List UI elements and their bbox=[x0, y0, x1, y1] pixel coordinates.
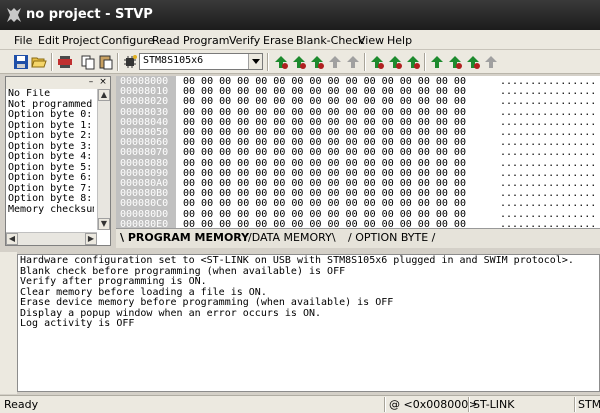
log-line: Log activity is OFF bbox=[20, 318, 135, 329]
chevron-down-icon[interactable] bbox=[248, 54, 262, 69]
chip-config-icon[interactable] bbox=[122, 54, 138, 70]
erase-all-icon[interactable] bbox=[387, 54, 403, 70]
list-item: Memory checksum bbox=[8, 203, 94, 215]
tab-option-byte[interactable]: / OPTION BYTE / bbox=[348, 231, 435, 244]
blank-check-icon[interactable] bbox=[405, 54, 421, 70]
close-icon[interactable]: × bbox=[98, 78, 108, 88]
status-link: ST-LINK bbox=[473, 398, 515, 411]
erase-icon[interactable] bbox=[369, 54, 385, 70]
status-ready: Ready bbox=[4, 398, 39, 411]
list-item: Option byte 6: bbox=[8, 172, 93, 183]
menu-view[interactable]: View bbox=[358, 34, 384, 47]
menu-help[interactable]: Help bbox=[387, 34, 412, 47]
log-output: Hardware configuration set to <ST-LINK o… bbox=[17, 254, 600, 392]
title-bar: no project - STVP bbox=[0, 0, 600, 30]
horizontal-scrollbar[interactable]: ◀ ▶ bbox=[6, 232, 97, 245]
menu-bar: File Edit Project Configure Read Program… bbox=[0, 30, 600, 50]
toolbar-separator bbox=[364, 53, 366, 71]
menu-project[interactable]: Project bbox=[62, 34, 100, 47]
status-bar: Ready @ <0x008000> ST-LINK STM bbox=[0, 395, 600, 413]
menu-erase[interactable]: Erase bbox=[263, 34, 294, 47]
read-current-tab-icon[interactable] bbox=[273, 54, 289, 70]
device-info-list: No File Not programmed Option byte 0: Op… bbox=[8, 89, 94, 215]
toolbar-separator bbox=[51, 53, 53, 71]
menu-verify[interactable]: Verify bbox=[229, 34, 260, 47]
tab-program-memory[interactable]: \ PROGRAM MEMORY bbox=[120, 231, 249, 244]
device-select[interactable]: STM8S105x6 bbox=[139, 53, 263, 70]
log-line: Verify after programming is ON. bbox=[20, 276, 207, 287]
vertical-scrollbar[interactable]: ▲ ▼ bbox=[97, 89, 110, 230]
open-folder-icon[interactable] bbox=[31, 54, 47, 70]
device-select-value: STM8S105x6 bbox=[143, 55, 204, 66]
menu-program[interactable]: Program bbox=[183, 34, 229, 47]
scroll-left-icon[interactable]: ◀ bbox=[6, 233, 18, 245]
status-address: @ <0x008000> bbox=[389, 398, 478, 411]
toolbar-separator bbox=[267, 53, 269, 71]
list-item: Option byte 2: bbox=[8, 130, 93, 141]
compare-icon[interactable] bbox=[465, 54, 481, 70]
menu-read[interactable]: Read bbox=[152, 34, 180, 47]
verify-current-tab-icon[interactable] bbox=[429, 54, 445, 70]
pin-icon[interactable]: – bbox=[86, 78, 96, 88]
log-dock-handle bbox=[0, 252, 17, 394]
memory-tabs: \ PROGRAM MEMORY /DATA MEMORY\ / OPTION … bbox=[116, 228, 600, 248]
memory-bytes[interactable]: 00 00 00 00 00 00 00 00 00 00 00 00 00 0… bbox=[183, 219, 466, 228]
status-divider bbox=[384, 397, 386, 412]
menu-edit[interactable]: Edit bbox=[38, 34, 59, 47]
status-divider bbox=[574, 397, 576, 412]
stvp-app-icon bbox=[7, 8, 21, 22]
toolbar-separator bbox=[424, 53, 426, 71]
list-item: Option byte 4: bbox=[8, 151, 93, 162]
log-line: Hardware configuration set to <ST-LINK o… bbox=[20, 255, 574, 266]
verify-all-icon[interactable] bbox=[447, 54, 463, 70]
menu-file[interactable]: File bbox=[14, 34, 32, 47]
menu-blank-check[interactable]: Blank-Check bbox=[296, 34, 365, 47]
scroll-right-icon[interactable]: ▶ bbox=[85, 233, 97, 245]
panel-header: – × bbox=[6, 77, 110, 89]
list-item: No File bbox=[8, 89, 51, 99]
program-current-tab-icon[interactable] bbox=[309, 54, 325, 70]
verify-icon bbox=[347, 56, 359, 68]
window-title: no project - STVP bbox=[26, 7, 153, 22]
log-line: Erase device memory before programming (… bbox=[20, 297, 394, 308]
checksum-icon bbox=[485, 56, 497, 68]
project-icon[interactable] bbox=[57, 54, 73, 70]
paste-icon[interactable] bbox=[98, 54, 114, 70]
save-icon[interactable] bbox=[13, 54, 29, 70]
scroll-down-icon[interactable]: ▼ bbox=[98, 218, 110, 230]
memory-ascii: ................ bbox=[500, 218, 597, 228]
list-item: Option byte 0: bbox=[8, 109, 93, 120]
copy-icon[interactable] bbox=[80, 54, 96, 70]
read-all-icon[interactable] bbox=[291, 54, 307, 70]
status-divider bbox=[468, 397, 470, 412]
program-all-icon bbox=[329, 56, 341, 68]
device-info-panel: – × No File Not programmed Option byte 0… bbox=[5, 76, 111, 246]
memory-address: 000080E0 bbox=[120, 218, 169, 228]
memory-grid[interactable]: 00008000 00 00 00 00 00 00 00 00 00 00 00… bbox=[116, 76, 600, 228]
status-device: STM bbox=[578, 398, 600, 411]
list-item: Option byte 8: bbox=[8, 193, 93, 204]
scroll-up-icon[interactable]: ▲ bbox=[98, 89, 110, 101]
menu-configure[interactable]: Configure bbox=[101, 34, 154, 47]
tab-data-memory[interactable]: /DATA MEMORY\ bbox=[248, 231, 336, 244]
toolbar-separator bbox=[117, 53, 119, 71]
toolbar: STM8S105x6 bbox=[0, 50, 600, 74]
